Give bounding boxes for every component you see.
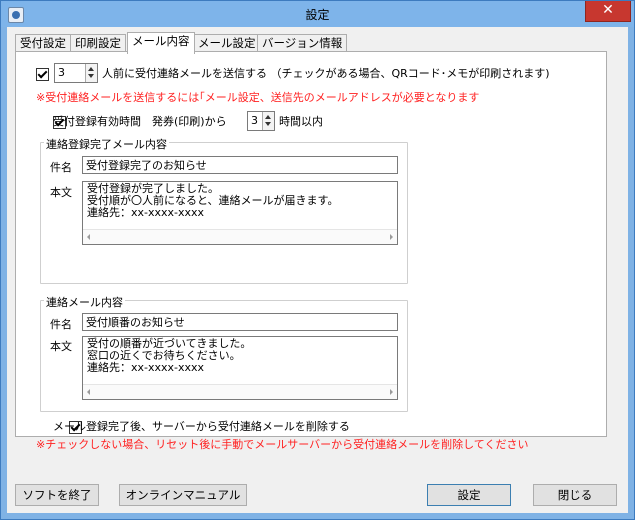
mail-content-panel: 3 人前に受付連絡メールを送信する （チェックがある場合、QRコード･メモが印刷…	[15, 51, 607, 451]
notify-count-stepper[interactable]: 3	[54, 63, 98, 83]
notify-label: 人前に受付連絡メールを送信する （チェックがある場合、QRコード･メモが印刷され…	[102, 67, 550, 80]
complete-subject-label: 件名	[50, 161, 72, 174]
tab-mail-content[interactable]: メール内容	[127, 32, 195, 54]
complete-body-lines: 受付登録が完了しました。 受付順が〇人前になると、連絡メールが届きます。 連絡先…	[87, 183, 338, 219]
notify-count-value: 3	[58, 66, 65, 79]
contact-subject-label: 件名	[50, 318, 72, 331]
settings-window: 設定 ✕ 受付設定 印刷設定 メール内容 メール設定 バージョン情報 3 人前に…	[0, 0, 635, 520]
notify-checkbox[interactable]	[36, 67, 49, 81]
complete-body-line: 連絡先：xx-xxxx-xxxx	[87, 206, 205, 219]
dialog-client: 受付設定 印刷設定 メール内容 メール設定 バージョン情報 3 人前に受付連絡メ…	[7, 27, 628, 513]
window-title: 設定	[305, 8, 330, 22]
validity-hours-value: 3	[251, 114, 258, 127]
contact-body-scrollbar[interactable]	[83, 384, 397, 399]
online-manual-button[interactable]: オンラインマニュアル	[119, 484, 247, 506]
close-button[interactable]: 閉じる	[533, 484, 617, 506]
validity-label-after: 時間以内	[279, 115, 323, 128]
notify-count-arrows[interactable]	[85, 64, 97, 82]
notify-warning: ※受付連絡メールを送信するには｢メール設定、送信先のメールアドレスが必要となりま…	[36, 91, 480, 104]
title-bar: 設定 ✕	[1, 1, 634, 27]
delete-label: メール登録完了後、サーバーから受付連絡メールを削除する	[53, 420, 350, 433]
complete-mail-group-title: 連絡登録完了メール内容	[44, 136, 169, 152]
complete-body-scrollbar[interactable]	[83, 229, 397, 244]
complete-body-label: 本文	[50, 186, 72, 199]
complete-subject-input[interactable]: 受付登録完了のお知らせ	[82, 156, 398, 174]
contact-subject-input[interactable]: 受付順番のお知らせ	[82, 313, 398, 331]
contact-body-label: 本文	[50, 340, 72, 353]
contact-body-lines: 受付の順番が近づいてきました。 窓口の近くでお待ちください。 連絡先：xx-xx…	[87, 338, 251, 374]
settings-button[interactable]: 設定	[427, 484, 511, 506]
contact-mail-group-title: 連絡メール内容	[44, 294, 125, 310]
validity-hours-arrows[interactable]	[262, 112, 274, 130]
exit-app-button[interactable]: ソフトを終了	[15, 484, 99, 506]
contact-body-line: 連絡先：xx-xxxx-xxxx	[87, 361, 205, 374]
window-close-button[interactable]: ✕	[585, 1, 631, 22]
complete-body-textarea[interactable]: 受付登録が完了しました。 受付順が〇人前になると、連絡メールが届きます。 連絡先…	[82, 181, 398, 245]
validity-hours-stepper[interactable]: 3	[247, 111, 275, 131]
validity-label-before: 受付登録有効時間 発券(印刷)から	[53, 115, 227, 128]
delete-warning: ※チェックしない場合、リセット後に手動でメールサーバーから受付連絡メールを削除し…	[36, 438, 529, 451]
contact-body-textarea[interactable]: 受付の順番が近づいてきました。 窓口の近くでお待ちください。 連絡先：xx-xx…	[82, 336, 398, 400]
